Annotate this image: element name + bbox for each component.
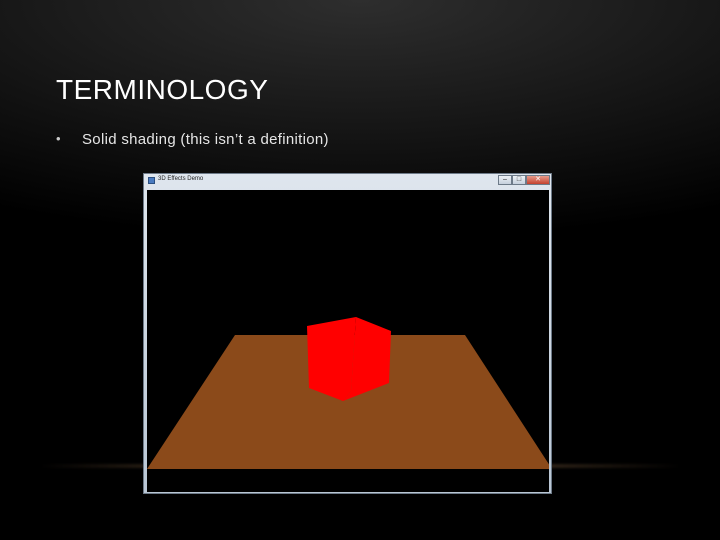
scene-canvas bbox=[147, 190, 552, 492]
bullet-marker: • bbox=[56, 131, 61, 146]
app-icon bbox=[148, 177, 155, 184]
maximize-button[interactable]: □ bbox=[512, 175, 526, 185]
minimize-button[interactable]: – bbox=[498, 175, 512, 185]
render-viewport[interactable] bbox=[147, 190, 552, 492]
bullet-text: Solid shading (this isn’t a definition) bbox=[82, 131, 329, 148]
window-titlebar[interactable]: 3D Effects Demo – □ ✕ bbox=[144, 174, 551, 188]
app-window[interactable]: 3D Effects Demo – □ ✕ bbox=[143, 173, 552, 494]
close-button[interactable]: ✕ bbox=[526, 175, 550, 185]
cube-front-face bbox=[307, 317, 356, 401]
slide-title: TERMINOLOGY bbox=[56, 74, 269, 105]
window-title: 3D Effects Demo bbox=[158, 176, 204, 182]
